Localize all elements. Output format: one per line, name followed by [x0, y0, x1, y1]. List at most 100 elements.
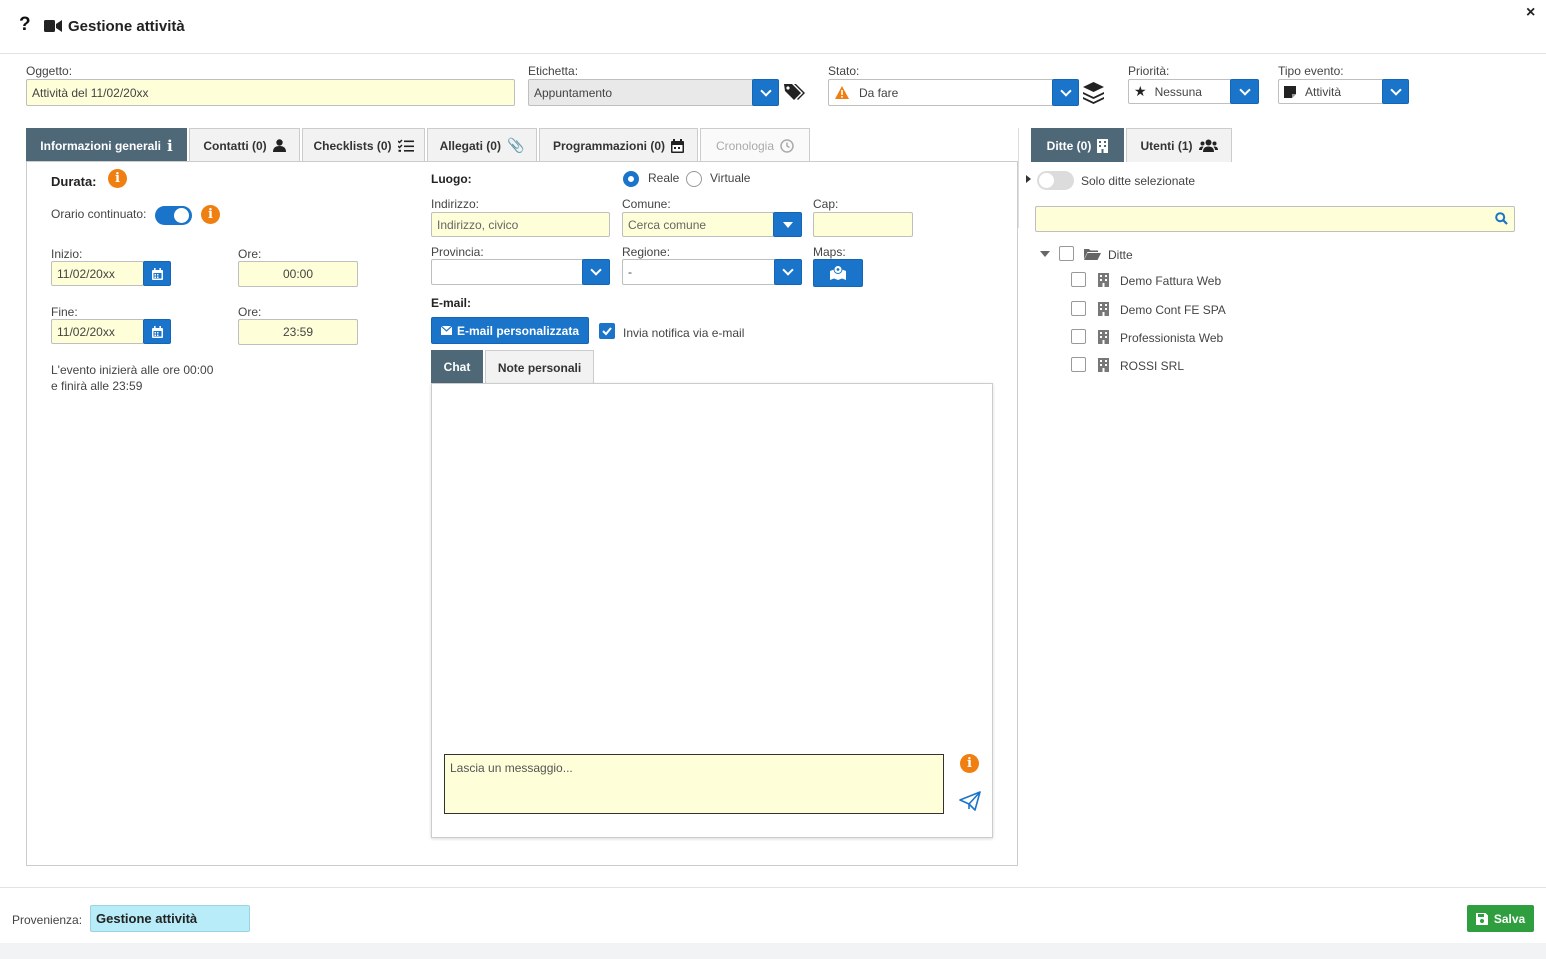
building-icon: [1098, 302, 1109, 316]
floppy-disk-icon: [1475, 912, 1488, 925]
luogo-label: Luogo:: [431, 172, 472, 186]
tab-contatti[interactable]: Contatti (0): [189, 128, 300, 162]
regione-dropdown-button[interactable]: [774, 259, 802, 285]
cap-label: Cap:: [813, 197, 839, 211]
orario-info-icon[interactable]: i: [201, 205, 220, 224]
calendar-icon: [671, 138, 685, 153]
search-icon[interactable]: [1495, 212, 1508, 225]
inizio-date-input[interactable]: 11/02/20xx: [51, 261, 144, 286]
ditta-label[interactable]: Professionista Web: [1120, 331, 1223, 345]
message-placeholder: Lascia un messaggio...: [450, 761, 573, 775]
tab-chat[interactable]: Chat: [431, 350, 483, 384]
close-icon[interactable]: ×: [1526, 4, 1535, 22]
tree-root-label: Ditte: [1108, 248, 1133, 262]
stato-select[interactable]: Da fare: [828, 79, 1054, 106]
tipo-evento-dropdown-button[interactable]: [1382, 79, 1409, 104]
ditta-label[interactable]: ROSSI SRL: [1120, 359, 1184, 373]
regione-select[interactable]: -: [622, 259, 776, 285]
fine-date-input[interactable]: 11/02/20xx: [51, 319, 144, 344]
etichetta-dropdown-button[interactable]: [752, 79, 779, 106]
stato-dropdown-button[interactable]: [1052, 79, 1079, 106]
ditta-label[interactable]: Demo Cont FE SPA: [1120, 303, 1226, 317]
calendar-icon: [151, 267, 163, 280]
ore-inizio-input[interactable]: 00:00: [238, 261, 358, 287]
email-personalizzata-button[interactable]: E-mail personalizzata: [431, 317, 589, 344]
collapse-arrow-icon[interactable]: [1026, 175, 1031, 183]
footer-strip: [0, 943, 1546, 959]
ditta-checkbox[interactable]: [1071, 301, 1086, 316]
video-camera-icon: [44, 20, 62, 32]
solo-ditte-label: Solo ditte selezionate: [1081, 174, 1196, 188]
fine-calendar-button[interactable]: [143, 319, 171, 344]
regione-label: Regione:: [622, 245, 671, 259]
cap-input[interactable]: [813, 212, 913, 237]
event-summary-line2: e finirà alle 23:59: [51, 379, 143, 393]
priorita-dropdown-button[interactable]: [1230, 79, 1259, 104]
reale-label: Reale: [648, 171, 680, 185]
tab-label: Programmazioni (0): [552, 138, 666, 153]
ditta-checkbox[interactable]: [1071, 272, 1086, 287]
ore-fine-label: Ore:: [238, 305, 262, 319]
provincia-label: Provincia:: [431, 245, 484, 259]
priorita-label: Priorità:: [1128, 64, 1170, 78]
layers-icon[interactable]: [1083, 82, 1104, 104]
ore-fine-input[interactable]: 23:59: [238, 319, 358, 345]
tab-allegati[interactable]: Allegati (0) 📎: [427, 128, 537, 162]
help-icon[interactable]: ?: [19, 14, 31, 36]
tab-ditte[interactable]: Ditte (0): [1031, 128, 1124, 162]
solo-ditte-toggle[interactable]: [1037, 171, 1074, 190]
tab-programmazioni[interactable]: Programmazioni (0): [539, 128, 698, 162]
tab-informazioni-generali[interactable]: Informazioni generali i: [26, 128, 187, 162]
check-icon: [602, 327, 612, 336]
chat-info-icon[interactable]: i: [960, 754, 979, 773]
etichetta-select[interactable]: Appuntamento: [528, 79, 754, 106]
tree-expand-icon[interactable]: [1040, 251, 1050, 257]
ore-inizio-label: Ore:: [238, 247, 262, 261]
comune-label: Comune:: [622, 197, 671, 211]
priorita-select[interactable]: ★ Nessuna: [1128, 79, 1232, 104]
tab-checklists[interactable]: Checklists (0): [302, 128, 425, 162]
send-icon[interactable]: [959, 791, 981, 811]
orario-continuato-toggle[interactable]: [155, 206, 192, 225]
durata-label: Durata:: [51, 174, 97, 189]
tab-utenti[interactable]: Utenti (1): [1126, 128, 1232, 162]
tab-label: Contatti (0): [203, 138, 267, 153]
folder-open-icon: [1084, 249, 1101, 260]
tab-label: Utenti (1): [1140, 138, 1193, 153]
checklist-icon: [397, 139, 414, 152]
inizio-calendar-button[interactable]: [143, 261, 171, 286]
virtuale-radio[interactable]: [686, 171, 702, 187]
save-button[interactable]: Salva: [1467, 905, 1534, 932]
user-icon: [272, 139, 286, 152]
comune-dropdown-button[interactable]: [773, 212, 802, 237]
tipo-evento-select[interactable]: Attività: [1278, 79, 1384, 104]
tags-icon[interactable]: [783, 82, 807, 102]
notify-email-checkbox[interactable]: [599, 323, 615, 339]
durata-info-icon[interactable]: i: [108, 169, 127, 188]
star-icon: ★: [1134, 83, 1147, 99]
envelope-icon: [440, 326, 452, 335]
maps-button[interactable]: [813, 259, 863, 287]
provincia-dropdown-button[interactable]: [582, 259, 610, 285]
tree-root-checkbox[interactable]: [1059, 246, 1074, 261]
ditte-search-input[interactable]: [1035, 206, 1515, 232]
message-input[interactable]: Lascia un messaggio...: [444, 754, 944, 814]
oggetto-input[interactable]: Attività del 11/02/20xx: [26, 79, 515, 106]
notify-email-label: Invia notifica via e-mail: [623, 326, 745, 340]
window-title: Gestione attività: [68, 18, 185, 35]
reale-radio[interactable]: [623, 171, 639, 187]
provincia-select[interactable]: [431, 259, 584, 285]
ditta-label[interactable]: Demo Fattura Web: [1120, 274, 1221, 288]
inizio-label: Inizio:: [51, 247, 83, 261]
tab-note-personali[interactable]: Note personali: [485, 350, 594, 384]
orario-continuato-label: Orario continuato:: [51, 207, 147, 221]
ditta-checkbox[interactable]: [1071, 357, 1086, 372]
users-icon: [1198, 139, 1218, 152]
ditta-checkbox[interactable]: [1071, 329, 1086, 344]
tipo-evento-value: Attività: [1305, 84, 1342, 99]
indirizzo-input[interactable]: Indirizzo, civico: [431, 212, 610, 237]
paperclip-icon: 📎: [506, 137, 525, 153]
comune-input[interactable]: Cerca comune: [622, 212, 774, 237]
save-label: Salva: [1493, 911, 1526, 926]
tab-cronologia[interactable]: Cronologia: [700, 128, 810, 162]
